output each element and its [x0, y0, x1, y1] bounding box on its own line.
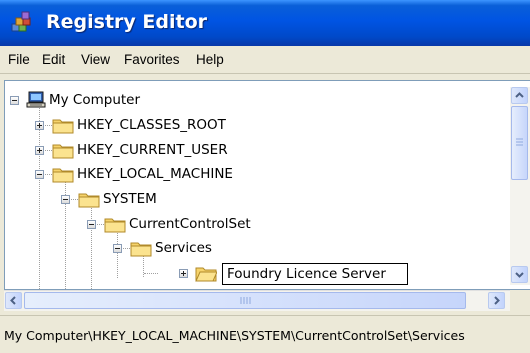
folder-open-icon: [52, 168, 74, 183]
scrollbar-corner: [510, 290, 530, 310]
scroll-right-button[interactable]: [488, 292, 505, 309]
tree-node-hkey-local-machine[interactable]: HKEY_LOCAL_MACHINE: [77, 166, 233, 182]
tree-connector: [117, 228, 118, 278]
tree-node-system[interactable]: SYSTEM: [103, 191, 157, 207]
expand-toggle[interactable]: [35, 121, 44, 130]
chevron-up-icon: [515, 92, 524, 98]
tree-connector: [91, 203, 92, 289]
status-bar: My Computer\HKEY_LOCAL_MACHINE\SYSTEM\Cu…: [0, 315, 530, 353]
vertical-scroll-thumb[interactable]: [511, 106, 528, 180]
folder-icon: [52, 119, 74, 134]
expand-toggle[interactable]: [35, 146, 44, 155]
key-name-input[interactable]: [223, 264, 407, 284]
folder-open-icon: [130, 242, 152, 257]
expand-toggle[interactable]: [179, 269, 188, 278]
menu-bar: File Edit View Favorites Help: [0, 46, 530, 74]
title-bar[interactable]: Registry Editor: [0, 0, 530, 46]
horizontal-scroll-thumb[interactable]: [24, 292, 466, 309]
chevron-right-icon: [494, 296, 500, 305]
status-path: My Computer\HKEY_LOCAL_MACHINE\SYSTEM\Cu…: [4, 328, 465, 343]
tree-node-services[interactable]: Services: [155, 240, 212, 256]
collapse-toggle[interactable]: [10, 96, 19, 105]
menu-help[interactable]: Help: [196, 52, 224, 67]
collapse-toggle[interactable]: [35, 170, 44, 179]
menu-edit[interactable]: Edit: [42, 52, 65, 67]
key-rename-box[interactable]: [222, 263, 408, 285]
chevron-down-icon: [515, 272, 524, 278]
tree-node-currentcontrolset[interactable]: CurrentControlSet: [129, 216, 251, 232]
menu-file[interactable]: File: [8, 52, 30, 67]
scroll-left-button[interactable]: [5, 292, 22, 309]
folder-open-icon: [78, 193, 100, 208]
folder-open-icon: [104, 218, 126, 233]
tree-node-my-computer[interactable]: My Computer: [49, 92, 140, 108]
tree-node-hkey-current-user[interactable]: HKEY_CURRENT_USER: [77, 142, 228, 158]
horizontal-scrollbar[interactable]: [4, 290, 510, 311]
menu-favorites[interactable]: Favorites: [124, 52, 180, 67]
registry-tree[interactable]: My Computer HKEY_CLASSES_ROOT HKEY_CURRE…: [4, 80, 530, 290]
tree-connector: [144, 273, 158, 274]
grip-icon: [516, 138, 523, 146]
registry-editor-icon: [11, 11, 31, 32]
tree-connector: [39, 103, 40, 289]
vertical-scrollbar[interactable]: [510, 87, 530, 285]
window-title: Registry Editor: [46, 11, 207, 33]
collapse-toggle[interactable]: [87, 220, 96, 229]
collapse-toggle[interactable]: [61, 195, 70, 204]
folder-open-icon: [195, 267, 217, 282]
chevron-left-icon: [10, 296, 16, 305]
computer-icon: [26, 91, 46, 108]
tree-node-hkey-classes-root[interactable]: HKEY_CLASSES_ROOT: [77, 117, 226, 133]
menu-view[interactable]: View: [81, 52, 110, 67]
scroll-down-button[interactable]: [511, 266, 528, 283]
collapse-toggle[interactable]: [113, 244, 122, 253]
grip-icon: [240, 297, 251, 304]
folder-icon: [52, 144, 74, 159]
scroll-up-button[interactable]: [511, 87, 528, 104]
